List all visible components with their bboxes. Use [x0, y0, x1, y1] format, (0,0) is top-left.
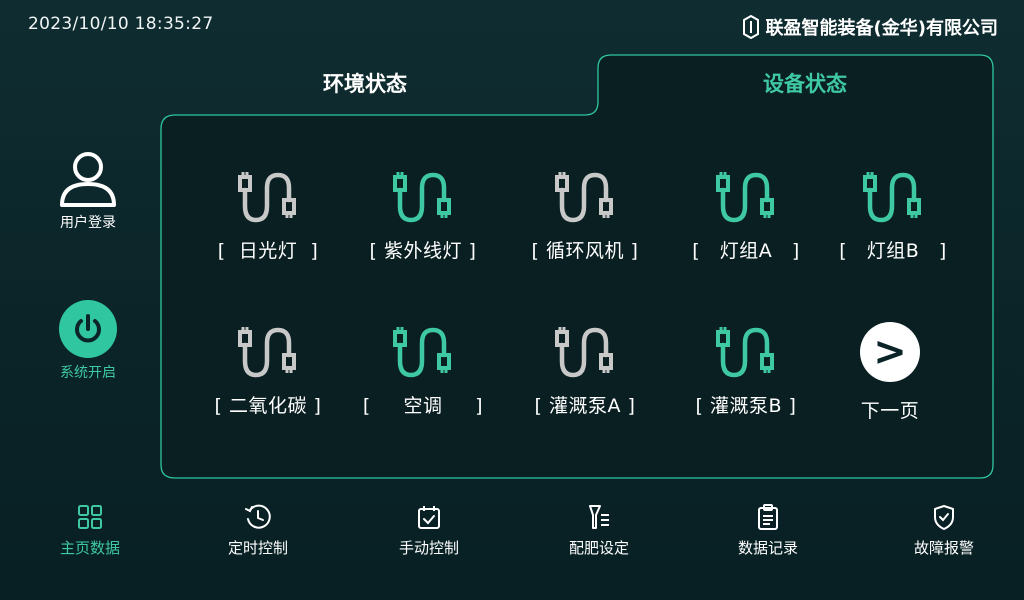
next-page-button[interactable]: > 下一页	[815, 322, 965, 423]
clock-icon	[193, 503, 323, 531]
nav-label: 故障报警	[913, 539, 974, 557]
user-login-label: 用户登录	[60, 215, 116, 231]
device-label: [ 灯组B ]	[839, 240, 947, 262]
device-label: [ 灌溉泵B ]	[695, 395, 797, 417]
brand-name: 联盈智能装备(金华)有限公司	[765, 18, 998, 39]
datetime: 2023/10/10 18:35:27	[28, 14, 214, 34]
tab-device-status[interactable]: 设备状态	[640, 68, 970, 98]
power-icon	[59, 300, 117, 358]
device-light-group-a[interactable]: [ 灯组A ]	[671, 170, 821, 263]
user-login-button[interactable]: 用户登录	[40, 150, 136, 232]
system-start-button[interactable]: 系统开启	[40, 300, 136, 382]
plug-icon	[193, 170, 343, 224]
device-label: [ 二氧化碳 ]	[214, 395, 322, 417]
plug-icon	[671, 325, 821, 379]
device-co2[interactable]: [ 二氧化碳 ]	[193, 325, 343, 418]
device-label: [ 灌溉泵A ]	[534, 395, 636, 417]
nav-home-data[interactable]: 主页数据	[25, 503, 155, 558]
device-light-group-b[interactable]: [ 灯组B ]	[818, 170, 968, 263]
tab-environment-status[interactable]: 环境状态	[240, 68, 490, 98]
brand-logo-icon	[742, 15, 760, 39]
plug-icon	[348, 170, 498, 224]
clipboard-icon	[703, 503, 833, 531]
chevron-right-icon: >	[860, 322, 920, 382]
device-label: [ 循环风机 ]	[531, 240, 639, 262]
device-fluorescent-lamp[interactable]: [ 日光灯 ]	[193, 170, 343, 263]
plug-icon	[671, 170, 821, 224]
device-label: [ 紫外线灯 ]	[369, 240, 477, 262]
nav-fertilizer-setting[interactable]: 配肥设定	[534, 503, 664, 558]
device-label: [ 日光灯 ]	[217, 240, 319, 262]
nav-label: 主页数据	[59, 539, 120, 557]
plug-icon	[193, 325, 343, 379]
next-page-label: 下一页	[860, 400, 920, 422]
brand: 联盈智能装备(金华)有限公司	[742, 14, 998, 40]
shield-check-icon	[879, 503, 1009, 531]
device-circulation-fan[interactable]: [ 循环风机 ]	[510, 170, 660, 263]
device-label: [ 灯组A ]	[692, 240, 800, 262]
nav-label: 定时控制	[227, 539, 288, 557]
plug-icon	[818, 170, 968, 224]
device-uv-lamp[interactable]: [ 紫外线灯 ]	[348, 170, 498, 263]
device-irrigation-pump-b[interactable]: [ 灌溉泵B ]	[671, 325, 821, 418]
nav-fault-alarm[interactable]: 故障报警	[879, 503, 1009, 558]
grid-icon	[25, 503, 155, 531]
device-irrigation-pump-a[interactable]: [ 灌溉泵A ]	[510, 325, 660, 418]
nav-label: 数据记录	[737, 539, 798, 557]
plug-icon	[348, 325, 498, 379]
calendar-check-icon	[364, 503, 494, 531]
nav-data-record[interactable]: 数据记录	[703, 503, 833, 558]
plug-icon	[510, 170, 660, 224]
device-label: [ 空调 ]	[362, 395, 484, 417]
user-icon	[40, 150, 136, 208]
nav-label: 手动控制	[398, 539, 459, 557]
nav-timer-control[interactable]: 定时控制	[193, 503, 323, 558]
plug-icon	[510, 325, 660, 379]
system-start-label: 系统开启	[60, 365, 116, 381]
device-air-conditioner[interactable]: [ 空调 ]	[348, 325, 498, 418]
nav-manual-control[interactable]: 手动控制	[364, 503, 494, 558]
fertilizer-icon	[534, 503, 664, 531]
nav-label: 配肥设定	[568, 539, 629, 557]
